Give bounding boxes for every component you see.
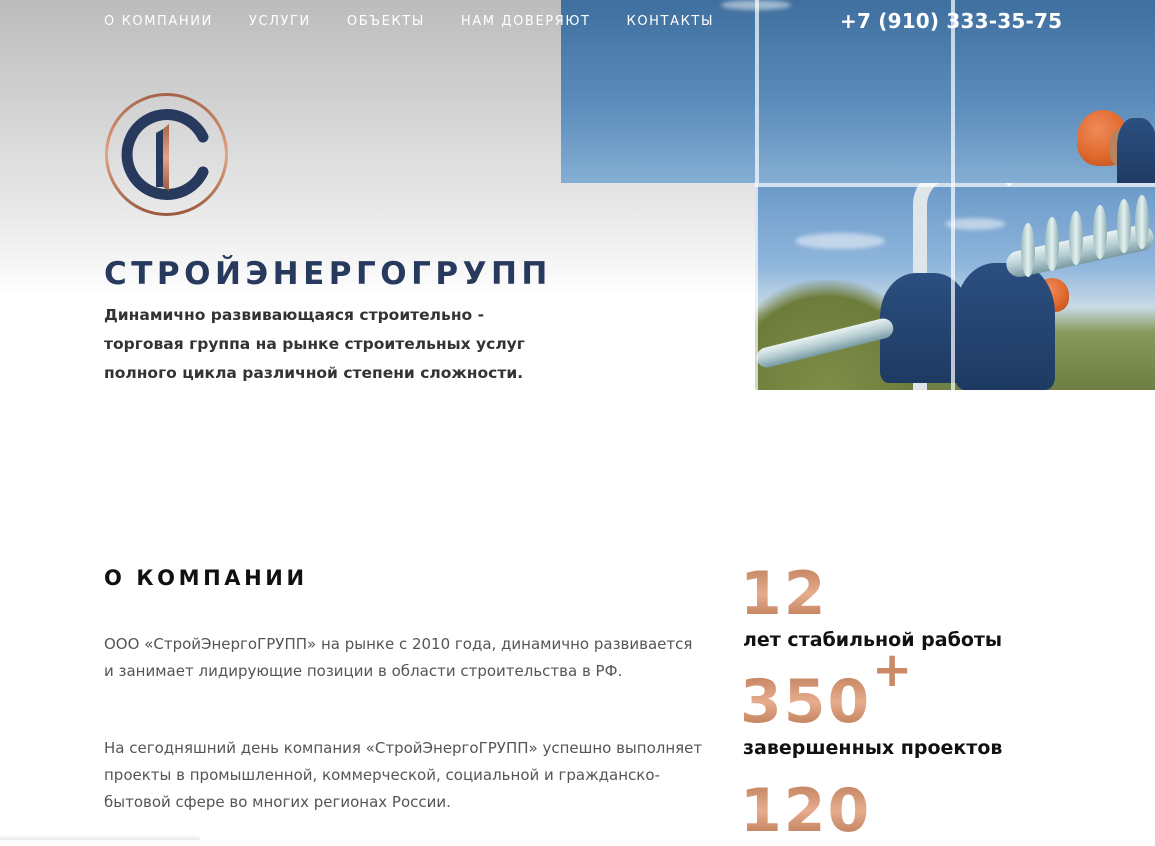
insulator-disk <box>1117 199 1131 253</box>
worker-image <box>1117 118 1155 183</box>
about-paragraph: ООО «СтройЭнергоГРУПП» на рынке с 2010 г… <box>104 635 693 680</box>
stat-third-value: 120 <box>740 776 872 846</box>
phone-link[interactable]: +7 (910) 333-35-75 <box>840 9 1062 33</box>
about-paragraph: На сегодняшний день компания «СтройЭнерг… <box>104 739 703 811</box>
nav-item-contacts[interactable]: КОНТАКТЫ <box>627 14 715 30</box>
photo-grid-line <box>755 183 758 390</box>
nav-item-services[interactable]: УСЛУГИ <box>249 14 311 30</box>
bottom-shadow <box>0 834 200 840</box>
hero-tagline: Динамично развивающаяся строительно - то… <box>104 306 525 382</box>
stat-years-value: 12 <box>740 559 828 629</box>
brand-title: СТРОЙЭНЕРГОГРУПП <box>104 256 552 292</box>
stat-projects-plus: + <box>872 642 913 698</box>
nav-item-about[interactable]: О КОМПАНИИ <box>104 14 213 30</box>
main-nav: О КОМПАНИИ УСЛУГИ ОБЪЕКТЫ НАМ ДОВЕРЯЮТ К… <box>104 14 750 30</box>
company-logo-icon[interactable] <box>103 91 230 218</box>
insulator-disk <box>1093 205 1107 259</box>
stat-projects-value: 350 <box>740 667 872 737</box>
hero-photo-bottom <box>755 183 1155 390</box>
photo-grid-line <box>755 183 1155 187</box>
cloud <box>795 233 885 249</box>
insulator-disk <box>1135 195 1149 249</box>
insulator-disk <box>1021 223 1035 277</box>
nav-item-objects[interactable]: ОБЪЕКТЫ <box>347 14 425 30</box>
nav-item-clients[interactable]: НАМ ДОВЕРЯЮТ <box>461 14 591 30</box>
insulator-disk <box>1069 211 1083 265</box>
worker-image <box>955 263 1055 390</box>
about-heading: О КОМПАНИИ <box>104 566 308 590</box>
photo-grid-line <box>755 0 759 183</box>
stat-projects-label: завершенных проектов <box>743 737 1003 759</box>
insulator-disk <box>1045 217 1059 271</box>
photo-grid-line <box>951 183 955 390</box>
